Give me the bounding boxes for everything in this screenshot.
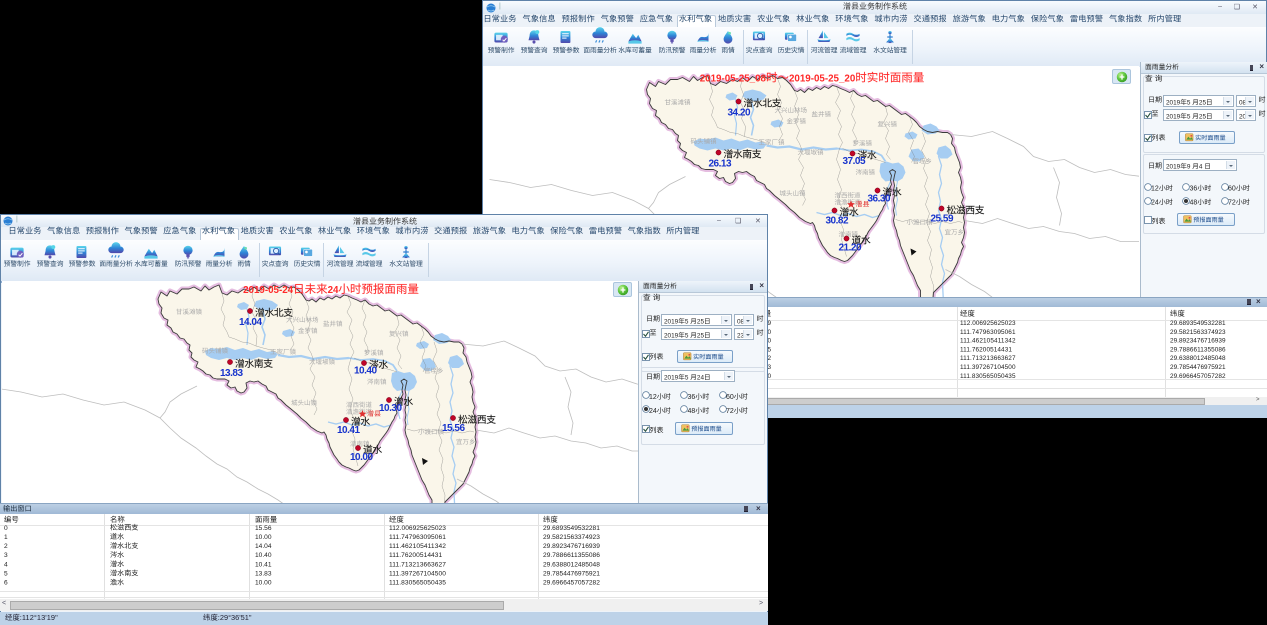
svg-text::29°36'51": :29°36'51" [218, 613, 252, 622]
svg-text::112°13'19": :112°13'19" [20, 613, 58, 622]
